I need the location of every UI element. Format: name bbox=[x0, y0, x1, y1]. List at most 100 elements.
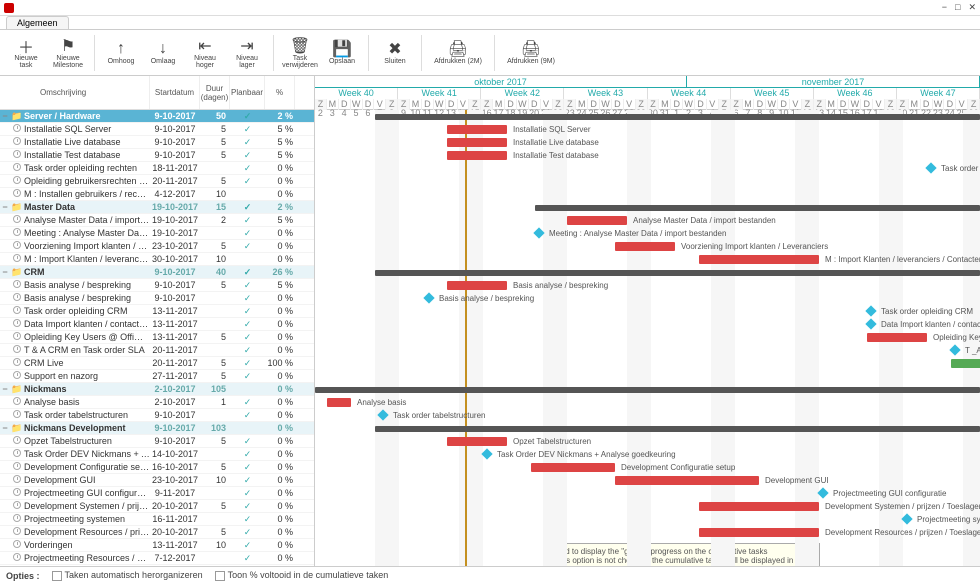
x-icon: ✖ bbox=[388, 40, 401, 58]
task-row[interactable]: Projectmeeting systemen 16-11-2017 ✓ 0 % bbox=[0, 513, 314, 526]
level-down-button[interactable]: ⇥Niveau lager bbox=[227, 32, 267, 74]
gantt-bar[interactable] bbox=[615, 242, 675, 251]
task-row[interactable]: Installatie SQL Server 9-10-2017 5 ✓ 5 % bbox=[0, 123, 314, 136]
gantt-bar[interactable] bbox=[447, 151, 507, 160]
close-task-button[interactable]: ✖Sluiten bbox=[375, 32, 415, 74]
gantt-bar[interactable] bbox=[315, 387, 980, 393]
col-duration[interactable]: Duur (dagen) bbox=[200, 76, 230, 109]
col-percent[interactable]: % bbox=[265, 76, 295, 109]
app-icon bbox=[4, 3, 14, 13]
gantt-bar[interactable] bbox=[447, 125, 507, 134]
task-row[interactable]: Task order tabelstructuren 9-10-2017 ✓ 0… bbox=[0, 409, 314, 422]
task-row[interactable]: CRM Live 20-11-2017 5 ✓ 100 % bbox=[0, 357, 314, 370]
gantt-bar[interactable] bbox=[531, 463, 615, 472]
task-row[interactable]: M : Import Klanten / leveranciers / Cont… bbox=[0, 253, 314, 266]
task-row[interactable]: Analyse Master Data / import bestande 19… bbox=[0, 214, 314, 227]
task-row[interactable]: Voorziening Import klanten / Leveranc 23… bbox=[0, 240, 314, 253]
save-icon: 💾 bbox=[332, 40, 352, 58]
close-button[interactable]: ✕ bbox=[968, 2, 976, 13]
trash-icon: 🗑 bbox=[290, 37, 310, 55]
tab-algemeen[interactable]: Algemeen bbox=[6, 16, 69, 29]
task-row[interactable]: Support en nazorg 27-11-2017 5 ✓ 0 % bbox=[0, 370, 314, 383]
print-2m-button[interactable]: 🖨Afdrukken (2M) bbox=[428, 32, 488, 74]
delete-task-button[interactable]: 🗑Task verwijderen bbox=[280, 32, 320, 74]
tooltip: Used to display the "global" progress on… bbox=[545, 543, 820, 566]
gantt-bar[interactable] bbox=[699, 255, 819, 264]
gantt-bar[interactable] bbox=[327, 398, 351, 407]
milestone[interactable] bbox=[925, 162, 936, 173]
maximize-button[interactable]: □ bbox=[955, 2, 960, 13]
new-task-button[interactable]: ＋Nieuwe task bbox=[6, 32, 46, 74]
task-grid: Omschrijving Startdatum Duur (dagen) Pla… bbox=[0, 76, 315, 566]
plus-icon: ＋ bbox=[18, 37, 34, 55]
group-row[interactable]: − 📁 CRM 9-10-2017 40 ✓ 26 % bbox=[0, 266, 314, 279]
gantt-bar[interactable] bbox=[699, 502, 819, 511]
task-row[interactable]: Basis analyse / bespreking 9-10-2017 ✓ 0… bbox=[0, 292, 314, 305]
gantt-bar[interactable] bbox=[951, 359, 980, 368]
show-pct-checkbox[interactable]: Toon % voltooid in de cumulatieve taken bbox=[215, 570, 389, 581]
level-up-button[interactable]: ⇤Niveau hoger bbox=[185, 32, 225, 74]
task-row[interactable]: Development Systemen / prijzen / 20-10-2… bbox=[0, 500, 314, 513]
task-row[interactable]: Projectmeeting GUI configuratie 9-11-201… bbox=[0, 487, 314, 500]
group-row[interactable]: − 📁 Nickmans Development 9-10-2017 103 0… bbox=[0, 422, 314, 435]
task-row[interactable]: Installatie Test database 9-10-2017 5 ✓ … bbox=[0, 149, 314, 162]
auto-reorganize-checkbox[interactable]: Taken automatisch herorganizeren bbox=[52, 570, 203, 581]
milestone[interactable] bbox=[817, 487, 828, 498]
printer-icon: 🖨 bbox=[521, 40, 541, 58]
print-9m-button[interactable]: 🖨Afdrukken (9M) bbox=[501, 32, 561, 74]
task-row[interactable]: Projectmeeting Resources / Vorderin 7-12… bbox=[0, 552, 314, 565]
milestone[interactable] bbox=[949, 344, 960, 355]
task-row[interactable]: Vorderingen 13-11-2017 10 ✓ 0 % bbox=[0, 539, 314, 552]
gantt-bar[interactable] bbox=[567, 216, 627, 225]
task-row[interactable]: Analyse basis 2-10-2017 1 ✓ 0 % bbox=[0, 396, 314, 409]
col-plannable[interactable]: Planbaar bbox=[230, 76, 265, 109]
group-row[interactable]: − 📁 Nickmans 2-10-2017 105 0 % bbox=[0, 383, 314, 396]
task-row[interactable]: M : Installen gebruikers / rechten 4-12-… bbox=[0, 188, 314, 201]
indent-icon: ⇥ bbox=[240, 37, 253, 55]
outdent-icon: ⇤ bbox=[198, 37, 211, 55]
task-row[interactable]: Basis analyse / bespreking 9-10-2017 5 ✓… bbox=[0, 279, 314, 292]
titlebar: − □ ✕ bbox=[0, 0, 980, 16]
milestone[interactable] bbox=[481, 448, 492, 459]
group-row[interactable]: − 📁 Master Data 19-10-2017 15 ✓ 2 % bbox=[0, 201, 314, 214]
task-row[interactable]: Installatie Live database 9-10-2017 5 ✓ … bbox=[0, 136, 314, 149]
gantt-bar[interactable] bbox=[375, 270, 980, 276]
move-down-button[interactable]: ↓Omlaag bbox=[143, 32, 183, 74]
gantt-bar[interactable] bbox=[867, 333, 927, 342]
task-row[interactable]: Development GUI 23-10-2017 10 ✓ 0 % bbox=[0, 474, 314, 487]
col-startdate[interactable]: Startdatum bbox=[150, 76, 200, 109]
new-milestone-button[interactable]: ⚑Nieuwe Milestone bbox=[48, 32, 88, 74]
gantt-bar[interactable] bbox=[447, 437, 507, 446]
toolbar: ＋Nieuwe task ⚑Nieuwe Milestone ↑Omhoog ↓… bbox=[0, 30, 980, 76]
gantt-bar[interactable] bbox=[699, 528, 819, 537]
task-row[interactable]: Development Configuratie setup 16-10-201… bbox=[0, 461, 314, 474]
task-row[interactable]: Opleiding Key Users @ Offimac 13-11-2017… bbox=[0, 331, 314, 344]
gantt-bar[interactable] bbox=[375, 114, 980, 120]
task-row[interactable]: Opzet Tabelstructuren 9-10-2017 5 ✓ 0 % bbox=[0, 435, 314, 448]
col-description[interactable]: Omschrijving bbox=[0, 76, 150, 109]
milestone[interactable] bbox=[865, 305, 876, 316]
printer-icon: 🖨 bbox=[448, 40, 468, 58]
task-row[interactable]: T & A CRM en Task order SLA 20-11-2017 ✓… bbox=[0, 344, 314, 357]
gantt-bar[interactable] bbox=[615, 476, 759, 485]
flag-icon: ⚑ bbox=[61, 37, 75, 55]
task-row[interactable]: Task Order DEV Nickmans + Analyse 14-10-… bbox=[0, 448, 314, 461]
task-row[interactable]: Meeting : Analyse Master Data / import 1… bbox=[0, 227, 314, 240]
gantt-bar[interactable] bbox=[447, 138, 507, 147]
task-row[interactable]: Development Resources / prijzen / T 20-1… bbox=[0, 526, 314, 539]
task-row[interactable]: Data Import klanten / contacten voltoo 1… bbox=[0, 318, 314, 331]
milestone[interactable] bbox=[865, 318, 876, 329]
milestone[interactable] bbox=[901, 513, 912, 524]
minimize-button[interactable]: − bbox=[942, 2, 947, 13]
milestone[interactable] bbox=[423, 292, 434, 303]
gantt-chart[interactable]: oktober 2017november 2017 Week 40Week 41… bbox=[315, 76, 980, 566]
gantt-bar[interactable] bbox=[447, 281, 507, 290]
task-row[interactable]: Opleiding gebruikersrechten @ Offimac 20… bbox=[0, 175, 314, 188]
save-button[interactable]: 💾Opslaan bbox=[322, 32, 362, 74]
task-row[interactable]: Task order opleiding CRM 13-11-2017 ✓ 0 … bbox=[0, 305, 314, 318]
gantt-bar[interactable] bbox=[375, 426, 980, 432]
move-up-button[interactable]: ↑Omhoog bbox=[101, 32, 141, 74]
gantt-bar[interactable] bbox=[535, 205, 980, 211]
group-row[interactable]: − 📁 Server / Hardware 9-10-2017 50 ✓ 2 % bbox=[0, 110, 314, 123]
task-row[interactable]: Task order opleiding rechten 18-11-2017 … bbox=[0, 162, 314, 175]
